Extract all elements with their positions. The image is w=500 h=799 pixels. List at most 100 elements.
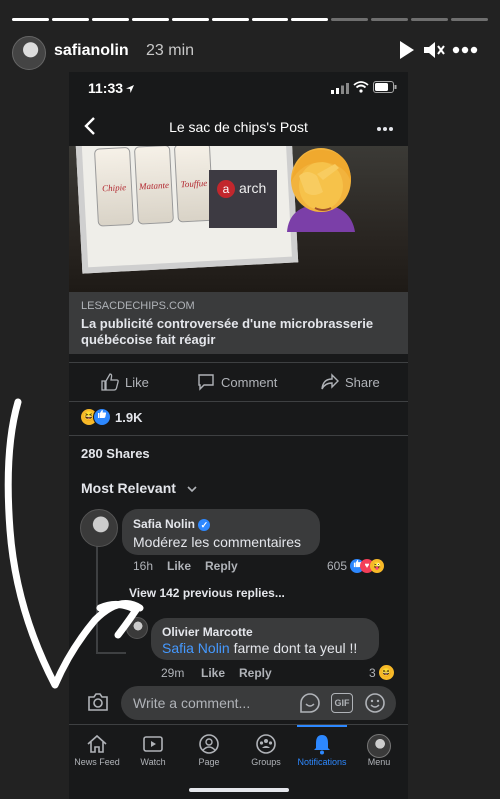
status-time: 11:33	[88, 80, 124, 96]
comment-placeholder: Write a comment...	[133, 695, 251, 711]
mention-link[interactable]: Safia Nolin	[162, 640, 230, 656]
status-bar: 11:33	[69, 72, 408, 102]
beer-can: Chipie	[93, 146, 135, 227]
comment-reaction-count: 605	[327, 559, 348, 573]
progress-segment	[331, 18, 369, 21]
share-count[interactable]: 280 Shares	[81, 446, 150, 461]
beer-can: Matante	[133, 146, 174, 225]
link-domain: LESACDECHIPS.COM	[81, 300, 195, 312]
like-button[interactable]: Like	[101, 373, 149, 391]
chevron-down-icon	[187, 486, 197, 493]
brewery-name: arch	[239, 180, 267, 196]
comment-reply-button[interactable]: Reply	[205, 559, 238, 573]
comment-button[interactable]: Comment	[197, 373, 277, 391]
avatar[interactable]	[80, 509, 118, 547]
share-button[interactable]: Share	[321, 373, 380, 391]
progress-segment	[211, 18, 249, 21]
comment-time: 29m	[161, 666, 185, 680]
comment-time: 16h	[133, 559, 154, 573]
comment-bubble[interactable]: Olivier Marcotte Safia Nolin farme dont …	[151, 618, 379, 660]
link-preview-card[interactable]: LESACDECHIPS.COM La publicité controvers…	[69, 292, 408, 354]
tab-menu[interactable]: Menu	[349, 733, 409, 767]
progress-segment	[251, 18, 289, 21]
comment-like-button[interactable]: Like	[167, 559, 191, 573]
phone-screenshot: 11:33 Le sac de chips's Post Chipie Mata…	[69, 72, 408, 799]
comment-text: Modérez les commentaires	[133, 534, 302, 550]
mute-icon[interactable]	[422, 40, 446, 66]
comment-icon	[198, 374, 214, 391]
comment-bubble[interactable]: Safia Nolin ✓ Modérez les commentaires	[122, 509, 320, 555]
active-tab-indicator	[297, 725, 347, 727]
progress-segment	[12, 18, 49, 21]
verified-badge-icon: ✓	[198, 518, 211, 531]
commenter-name[interactable]: Olivier Marcotte	[162, 625, 253, 639]
reaction-summary[interactable]: 😆 1.9K	[81, 408, 142, 426]
progress-segment	[411, 18, 449, 21]
camera-icon[interactable]	[87, 692, 109, 717]
progress-segment	[131, 18, 169, 21]
facepalm-emoji-icon	[277, 146, 363, 232]
menu-icon	[349, 733, 409, 758]
story-avatar[interactable]	[12, 36, 46, 70]
tab-groups[interactable]: Groups	[236, 733, 296, 767]
brewery-sign: a arch	[209, 170, 277, 228]
link-title: La publicité controversée d'une microbra…	[81, 316, 374, 347]
battery-icon	[373, 80, 397, 98]
beer-can: Touffue	[173, 146, 214, 223]
gif-button[interactable]: GIF	[331, 693, 353, 713]
groups-icon	[236, 733, 296, 757]
comment-reply-button[interactable]: Reply	[239, 666, 272, 680]
avatar[interactable]	[126, 617, 148, 639]
watch-icon	[123, 733, 183, 757]
post-title: Le sac de chips's Post	[169, 119, 308, 135]
view-previous-replies[interactable]: View 142 previous replies...	[129, 586, 285, 600]
sticker-icon[interactable]	[299, 692, 321, 717]
story-time: 23 min	[146, 42, 195, 59]
thumbs-up-icon	[101, 373, 119, 391]
tab-news-feed[interactable]: News Feed	[67, 733, 127, 767]
wifi-icon	[353, 80, 369, 98]
home-icon	[67, 733, 127, 757]
more-options-icon[interactable]	[452, 40, 478, 66]
progress-segment	[51, 18, 89, 21]
bell-icon	[292, 733, 352, 757]
thread-line	[96, 652, 126, 654]
reaction-count: 1.9K	[115, 409, 143, 425]
thread-line	[96, 544, 98, 654]
progress-segment	[171, 18, 209, 21]
link-preview-image[interactable]: Chipie Matante Touffue a arch	[69, 146, 408, 292]
haha-reaction-icon: 😆	[378, 665, 394, 680]
share-label: Share	[345, 374, 380, 390]
comment-sort-dropdown[interactable]: Most Relevant	[81, 480, 198, 496]
comment-label: Comment	[221, 374, 278, 390]
like-label: Like	[125, 374, 149, 390]
emoji-icon[interactable]	[364, 692, 386, 717]
haha-reaction-icon: 😜	[370, 559, 385, 573]
comment-text: Safia Nolin farme dont ta yeul !!	[162, 640, 358, 656]
comment-reactions[interactable]: 605 ♥ 😜	[327, 559, 385, 573]
tab-watch[interactable]: Watch	[123, 733, 183, 767]
sort-label: Most Relevant	[81, 480, 176, 496]
post-nav-bar: Le sac de chips's Post	[69, 112, 408, 142]
post-actions: Like Comment Share	[69, 362, 408, 402]
commenter-name[interactable]: Safia Nolin ✓	[133, 517, 211, 531]
tab-page[interactable]: Page	[179, 733, 239, 767]
tab-notifications[interactable]: Notifications	[292, 733, 352, 767]
story-username[interactable]: safianolin	[54, 42, 129, 60]
location-icon	[125, 81, 135, 99]
progress-segment	[451, 18, 489, 21]
like-reaction-icon	[93, 408, 111, 426]
signal-icon	[331, 81, 349, 99]
post-options-icon[interactable]	[376, 120, 394, 138]
progress-segment	[371, 18, 409, 21]
comment-reactions[interactable]: 3 😆	[369, 665, 394, 680]
comment-like-button[interactable]: Like	[201, 666, 225, 680]
comment-composer: Write a comment... GIF	[69, 684, 408, 724]
divider	[69, 435, 408, 436]
progress-segment	[91, 18, 129, 21]
play-icon[interactable]	[398, 40, 416, 66]
story-header: safianolin 23 min	[12, 36, 488, 70]
share-icon	[321, 373, 339, 390]
comment-input[interactable]: Write a comment... GIF	[121, 686, 396, 720]
story-progress	[12, 18, 489, 21]
